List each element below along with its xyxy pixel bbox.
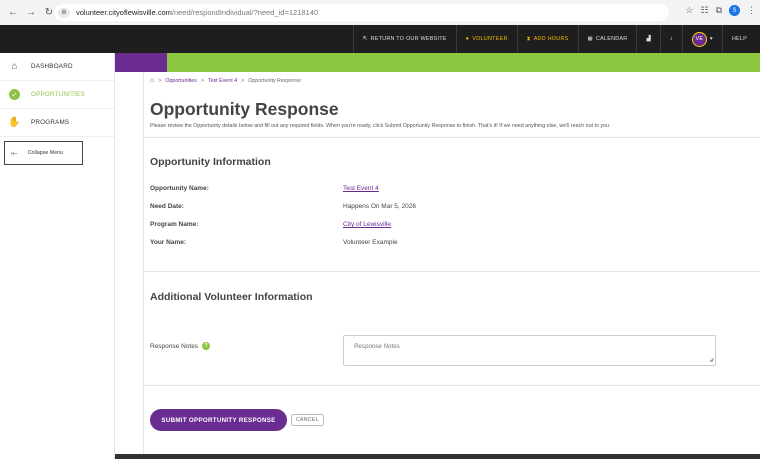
house-icon: ⌂ [11, 61, 18, 72]
info-row-name: Opportunity Name: Test Event 4 [150, 185, 750, 192]
divider [144, 271, 760, 272]
sidebar-item-programs[interactable]: ✋ PROGRAMS [0, 109, 114, 137]
calendar-icon: ▦ [587, 36, 593, 42]
volunteer-label: VOLUNTEER [472, 36, 508, 42]
browser-menu-icon[interactable]: ⋮ [747, 5, 756, 16]
additional-info-heading: Additional Volunteer Information [150, 291, 313, 303]
breadcrumb-opportunities[interactable]: Opportunities [165, 78, 197, 84]
bookmark-star-icon[interactable]: ☆ [685, 5, 693, 16]
cancel-button[interactable]: CANCEL [291, 414, 324, 426]
calendar-link[interactable]: ▦ CALENDAR [577, 25, 637, 53]
extensions-icon[interactable]: ⧉ [716, 5, 722, 16]
add-hours-label: ADD HOURS [533, 36, 569, 42]
header-accent-green [167, 53, 760, 72]
sidebar-item-label: PROGRAMS [31, 119, 70, 126]
chevron-down-icon: ▾ [709, 36, 713, 42]
help-label: HELP [731, 36, 747, 42]
notifications-link[interactable]: ♪ [659, 25, 682, 53]
main-content: ⌂ > Opportunities > Test Event 4 > Oppor… [115, 53, 760, 459]
response-notes-label-group: Response Notes ? [150, 342, 211, 350]
opportunity-info-heading: Opportunity Information [150, 156, 271, 168]
info-label: Opportunity Name: [150, 185, 209, 192]
volunteer-link[interactable]: ● VOLUNTEER [455, 25, 517, 53]
program-name-link[interactable]: City of Lewisville [343, 221, 391, 228]
user-menu[interactable]: VE ▾ [681, 25, 722, 53]
breadcrumb-separator: > [158, 77, 162, 84]
sidebar: ⌂ DASHBOARD ✓ OPPORTUNITIES ✋ PROGRAMS ⇤… [0, 53, 115, 459]
opportunity-name-link[interactable]: Test Event 4 [343, 185, 379, 192]
need-date-value: Happens On Mar 5, 2026 [343, 203, 416, 210]
home-icon[interactable]: ⌂ [150, 77, 154, 84]
page-title: Opportunity Response [150, 99, 339, 119]
divider [144, 385, 760, 386]
breadcrumb-event[interactable]: Test Event 4 [208, 78, 237, 84]
url-host: volunteer.cityoflewisville.com [76, 8, 172, 17]
check-circle-icon-wrap: ✓ [8, 88, 21, 101]
info-label: Need Date: [150, 203, 184, 210]
sidebar-item-label: DASHBOARD [31, 63, 73, 70]
hourglass-icon: ⧗ [526, 35, 531, 42]
check-circle-icon: ✓ [9, 89, 20, 100]
help-question-icon[interactable]: ? [202, 342, 211, 350]
response-notes-placeholder: Response Notes [354, 343, 400, 350]
page-description: Please review the Opportunity details be… [150, 123, 611, 129]
url-path: /need/respondIndividual/?need_id=1218140 [171, 8, 319, 17]
sidebar-item-dashboard[interactable]: ⌂ DASHBOARD [0, 53, 114, 81]
breadcrumb-current: Opportunity Response [248, 77, 301, 84]
bar-chart-icon: ▟ [646, 36, 651, 42]
address-bar[interactable]: ⚙ volunteer.cityoflewisville.com/need/re… [54, 4, 669, 21]
resize-grip-icon[interactable]: ◢ [709, 357, 713, 363]
info-label: Your Name: [150, 239, 186, 246]
info-row-date: Need Date: Happens On Mar 5, 2026 [150, 203, 750, 210]
sidebar-item-label: OPPORTUNITIES [31, 91, 85, 98]
reading-list-icon[interactable]: ☷ [700, 5, 708, 16]
back-icon[interactable]: ← [6, 6, 20, 20]
collapse-menu-button[interactable]: ⇤ Collapse Menu [4, 141, 83, 165]
site-settings-icon[interactable]: ⚙ [58, 7, 70, 18]
bell-icon: ♪ [669, 36, 673, 42]
breadcrumb-separator: > [241, 77, 245, 84]
profile-avatar[interactable]: S [729, 5, 740, 16]
submit-response-button[interactable]: SUBMIT OPPORTUNITY RESPONSE [150, 409, 287, 431]
info-row-your-name: Your Name: Volunteer Example [150, 239, 750, 246]
footer-bar [115, 454, 760, 459]
hands-icon: ✋ [8, 117, 21, 128]
collapse-menu-label: Collapse Menu [27, 150, 64, 156]
external-link-icon: ⇱ [362, 36, 368, 42]
add-hours-link[interactable]: ⧗ ADD HOURS [516, 25, 578, 53]
browser-toolbar: ← → ↻ ⚙ volunteer.cityoflewisville.com/n… [0, 0, 760, 25]
breadcrumb-separator: > [200, 77, 204, 84]
help-link[interactable]: HELP [721, 25, 756, 53]
check-circle-icon: ● [465, 36, 470, 42]
response-notes-label: Response Notes [150, 342, 199, 350]
info-row-program: Program Name: City of Lewisville [150, 221, 750, 228]
return-website-link[interactable]: ⇱ RETURN TO OUR WEBSITE [352, 25, 456, 53]
sidebar-item-opportunities[interactable]: ✓ OPPORTUNITIES [0, 81, 114, 109]
breadcrumb: ⌂ > Opportunities > Test Event 4 > Oppor… [150, 77, 301, 84]
your-name-value: Volunteer Example [343, 239, 398, 246]
response-card: ⌂ > Opportunities > Test Event 4 > Oppor… [143, 72, 760, 454]
calendar-label: CALENDAR [595, 36, 628, 42]
user-avatar: VE [691, 31, 707, 47]
header-accent-purple [115, 53, 167, 72]
top-navigation: ⇱ RETURN TO OUR WEBSITE ● VOLUNTEER ⧗ ADD H… [0, 25, 760, 53]
return-website-label: RETURN TO OUR WEBSITE [370, 36, 447, 42]
info-label: Program Name: [150, 221, 199, 228]
stats-link[interactable]: ▟ [636, 25, 659, 53]
divider [144, 137, 760, 138]
response-notes-field[interactable]: Response Notes ◢ [343, 335, 716, 366]
forward-icon[interactable]: → [24, 6, 38, 20]
collapse-icon: ⇤ [11, 148, 18, 158]
